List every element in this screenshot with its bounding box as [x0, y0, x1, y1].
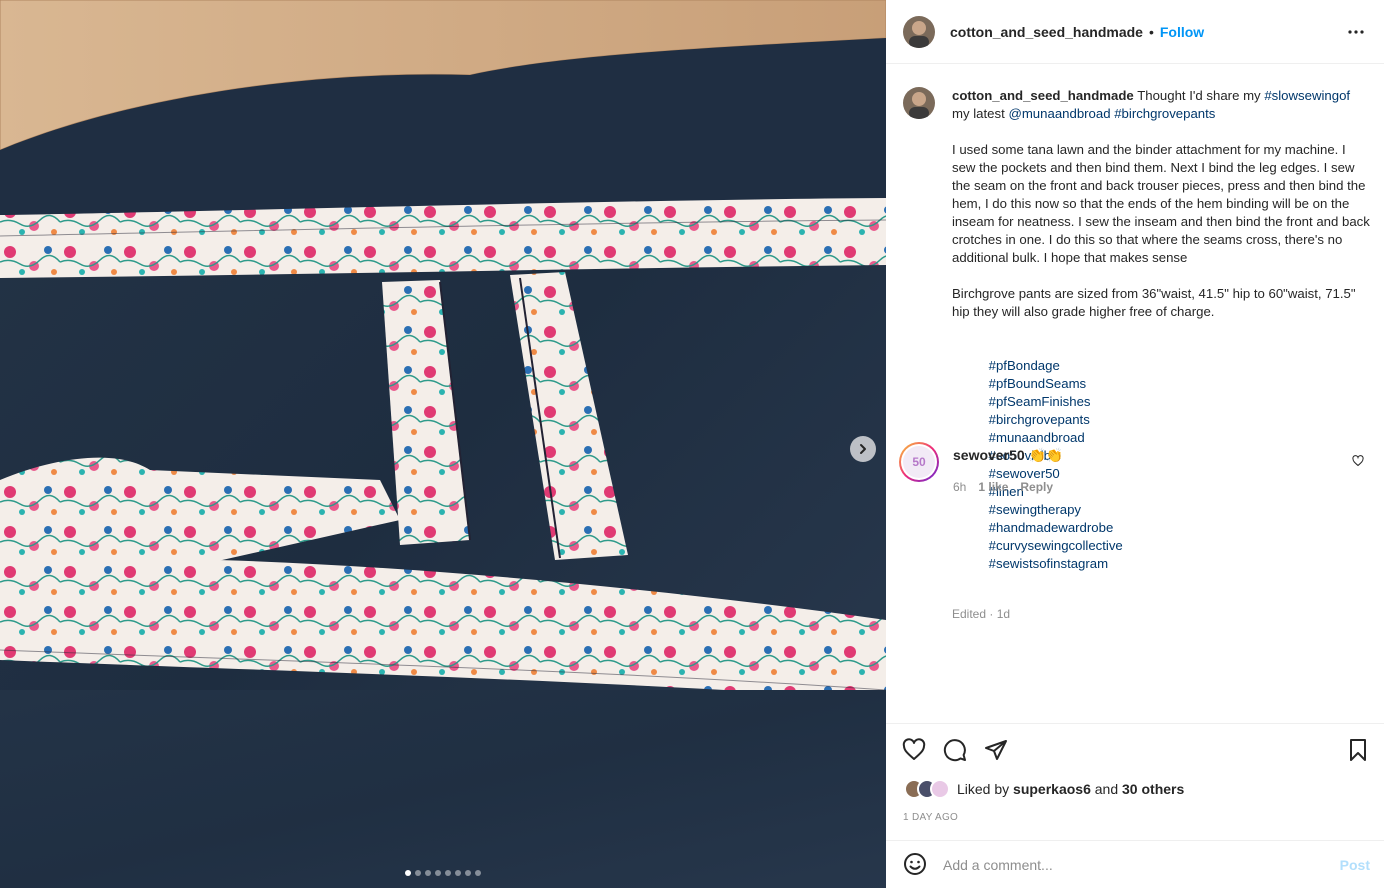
hashtag-link[interactable]: #pfBoundSeams — [989, 376, 1087, 391]
carousel-dot — [415, 870, 421, 876]
caption-paragraph: I used some tana lawn and the binder att… — [952, 142, 1374, 265]
reply-button[interactable]: Reply — [1020, 480, 1053, 494]
comment-input[interactable] — [943, 857, 1323, 873]
likes-others-link[interactable]: 30 others — [1122, 781, 1184, 797]
post-date[interactable]: 1 DAY AGO — [903, 812, 958, 823]
comment-item: 50 sewover50 👏👏 6h 1 like Reply — [899, 442, 1374, 494]
heart-icon — [902, 738, 926, 760]
more-options-button[interactable] — [1344, 22, 1368, 42]
comment-meta: 6h 1 like Reply — [953, 480, 1063, 494]
comment-content: sewover50 👏👏 — [953, 447, 1063, 464]
post-sidebar: cotton_and_seed_handmade • Follow cotton… — [886, 0, 1384, 888]
post-actions: Liked by superkaos6 and 30 others 1 DAY … — [886, 723, 1384, 888]
hashtag-link[interactable]: #sewistsofinstagram — [989, 556, 1108, 571]
emoji-button[interactable] — [903, 852, 927, 879]
post-header: cotton_and_seed_handmade • Follow — [886, 0, 1384, 64]
post-caption: cotton_and_seed_handmade Thought I'd sha… — [903, 87, 1373, 623]
more-horizontal-icon — [1348, 30, 1364, 34]
hashtag-link[interactable]: #pfSeamFinishes — [989, 394, 1091, 409]
comment-likes[interactable]: 1 like — [978, 480, 1008, 494]
caption-username[interactable]: cotton_and_seed_handmade — [952, 88, 1134, 103]
comment-username[interactable]: sewover50 — [953, 447, 1025, 463]
and-label: and — [1094, 781, 1119, 797]
avatar[interactable] — [903, 15, 935, 48]
mention-link[interactable]: @munaandbroad — [1008, 106, 1110, 121]
save-button[interactable] — [1346, 738, 1370, 762]
comments-section[interactable]: cotton_and_seed_handmade Thought I'd sha… — [886, 65, 1384, 723]
heart-icon — [1352, 455, 1364, 467]
hashtag-link[interactable]: #slowsewingof — [1264, 88, 1350, 103]
carousel-dot — [465, 870, 471, 876]
avatar — [930, 779, 950, 799]
caption-text: Thought I'd share my — [1137, 88, 1261, 103]
carousel-indicator — [0, 870, 886, 876]
carousel-dot — [455, 870, 461, 876]
carousel-dot — [405, 870, 411, 876]
photo-image — [0, 0, 886, 888]
carousel-dot — [435, 870, 441, 876]
hashtag-link[interactable]: #birchgrovepants — [989, 412, 1090, 427]
hashtag-link[interactable]: #handmadewardrobe — [989, 520, 1114, 535]
carousel-dot — [425, 870, 431, 876]
hashtag-link[interactable]: #pfBondage — [989, 358, 1060, 373]
like-comment-button[interactable] — [1352, 454, 1364, 470]
story-ring-avatar[interactable]: 50 — [899, 442, 939, 482]
caption-intro: cotton_and_seed_handmade Thought I'd sha… — [952, 87, 1372, 123]
liked-by-user[interactable]: superkaos6 — [1013, 781, 1091, 797]
hashtag-link[interactable]: #sewingtherapy — [989, 502, 1081, 517]
comment-time[interactable]: 6h — [953, 480, 966, 494]
next-photo-button[interactable] — [850, 436, 876, 462]
send-icon — [985, 740, 1007, 760]
comment-icon — [943, 739, 966, 762]
emoji-icon — [904, 852, 926, 875]
caption-text: my latest — [952, 106, 1005, 121]
hashtag-link[interactable]: #curvysewingcollective — [989, 538, 1123, 553]
carousel-dot — [475, 870, 481, 876]
share-button[interactable] — [984, 738, 1008, 762]
bookmark-icon — [1350, 739, 1366, 761]
chevron-right-icon — [860, 444, 866, 454]
comment-text: 👏👏 — [1028, 447, 1064, 463]
add-comment-bar: Post — [886, 840, 1384, 888]
carousel-dot — [445, 870, 451, 876]
post-photo — [0, 0, 886, 888]
post-comment-button[interactable]: Post — [1340, 857, 1370, 873]
caption-paragraph: Birchgrove pants are sized from 36"waist… — [952, 286, 1360, 319]
like-button[interactable] — [902, 738, 926, 762]
avatar[interactable] — [903, 87, 935, 119]
caption-meta: Edited · 1d — [952, 607, 1011, 621]
liked-by-label: Liked by — [957, 781, 1010, 797]
post-username[interactable]: cotton_and_seed_handmade — [950, 24, 1143, 40]
comment-button[interactable] — [943, 738, 967, 762]
separator-dot: • — [1148, 23, 1154, 40]
profile-photo — [903, 15, 935, 48]
avatar: 50 — [903, 446, 935, 478]
hashtag-link[interactable]: #birchgrovepants — [1114, 106, 1215, 121]
likes-summary: Liked by superkaos6 and 30 others — [904, 779, 1184, 799]
follow-button[interactable]: Follow — [1160, 24, 1204, 40]
profile-photo — [903, 87, 935, 119]
